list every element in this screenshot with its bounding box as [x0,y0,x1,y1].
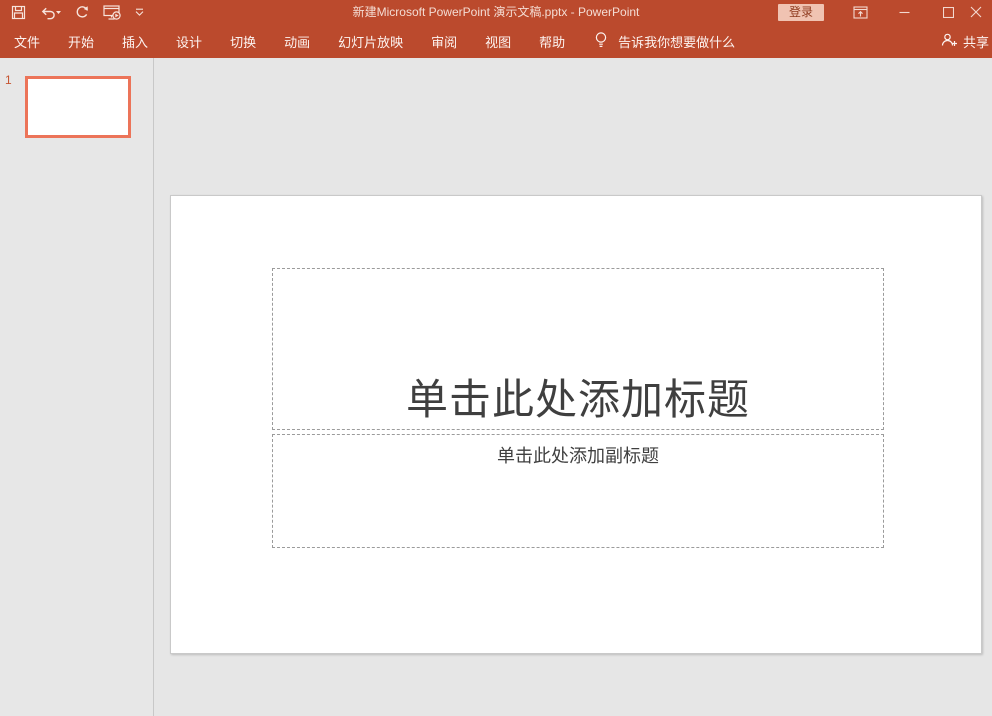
maximize-icon [943,7,954,18]
customize-quick-access-toolbar-button[interactable] [135,2,144,22]
customize-qat-icon [135,8,144,17]
close-button[interactable] [970,0,992,24]
save-icon [11,5,26,20]
tell-me-label: 告诉我你想要做什么 [618,32,735,51]
slide-canvas[interactable]: 单击此处添加标题 单击此处添加副标题 [170,195,982,654]
tab-file[interactable]: 文件 [0,24,54,58]
lightbulb-icon [593,30,609,53]
title-placeholder-text: 单击此处添加标题 [406,371,750,429]
close-icon [970,6,982,18]
subtitle-placeholder-text: 单击此处添加副标题 [497,442,659,468]
ribbon-display-options-icon [853,6,868,19]
start-slideshow-icon [103,4,122,21]
tab-slideshow[interactable]: 幻灯片放映 [324,24,417,58]
tab-transitions[interactable]: 切换 [216,24,270,58]
tell-me-box[interactable]: 告诉我你想要做什么 [593,30,735,53]
slide-number: 1 [5,73,12,87]
slide-thumbnail-panel: 1 [0,58,154,716]
tab-design[interactable]: 设计 [162,24,216,58]
slide-thumbnail[interactable] [25,76,131,138]
tab-animations[interactable]: 动画 [270,24,324,58]
sign-in-button[interactable]: 登录 [778,4,824,21]
tab-review[interactable]: 审阅 [417,24,471,58]
subtitle-placeholder[interactable]: 单击此处添加副标题 [272,434,884,548]
undo-button[interactable] [39,2,61,22]
minimize-icon [899,7,910,18]
ribbon-display-options-button[interactable] [838,0,882,24]
tab-insert[interactable]: 插入 [108,24,162,58]
ribbon-tab-row: 文件 开始 插入 设计 切换 动画 幻灯片放映 审阅 视图 帮助 告诉我你想要做… [0,24,992,58]
maximize-button[interactable] [926,0,970,24]
ribbon-tabs: 文件 开始 插入 设计 切换 动画 幻灯片放映 审阅 视图 帮助 [0,24,579,58]
title-placeholder[interactable]: 单击此处添加标题 [272,268,884,430]
title-bar: 新建Microsoft PowerPoint 演示文稿.pptx - Power… [0,0,992,24]
undo-icon [39,5,61,20]
start-slideshow-button[interactable] [103,2,122,22]
save-button[interactable] [11,2,26,22]
redo-icon [74,4,90,20]
share-label: 共享 [963,32,989,51]
share-button[interactable]: 共享 [941,24,989,58]
tab-view[interactable]: 视图 [471,24,525,58]
titlebar-controls: 登录 [778,0,992,24]
quick-access-toolbar [0,0,144,24]
tab-help[interactable]: 帮助 [525,24,579,58]
redo-button[interactable] [74,2,90,22]
window-title: 新建Microsoft PowerPoint 演示文稿.pptx - Power… [353,0,640,24]
add-person-icon [941,32,958,51]
tab-home[interactable]: 开始 [54,24,108,58]
workspace: 1 单击此处添加标题 单击此处添加副标题 [0,58,992,716]
minimize-button[interactable] [882,0,926,24]
